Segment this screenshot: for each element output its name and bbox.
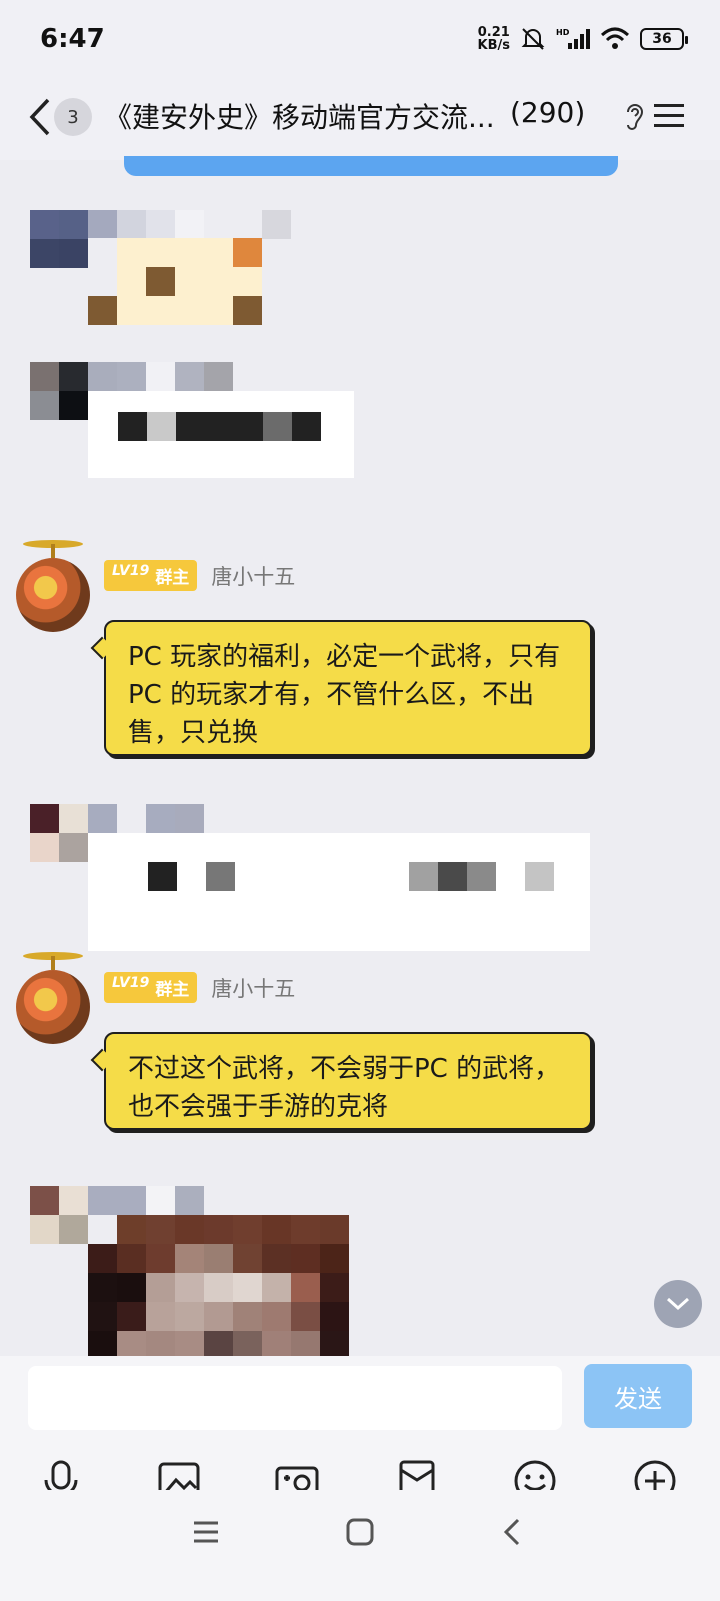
pixelated-message-bubble — [88, 833, 590, 951]
level-badge: LV19 群主 — [104, 972, 198, 1003]
user-avatar[interactable] — [16, 970, 90, 1044]
earpiece-mode-icon — [627, 104, 644, 130]
mute-bell-icon — [521, 28, 545, 50]
battery-indicator: 36 — [640, 28, 688, 50]
signal-icon: HD — [556, 28, 590, 49]
svg-text:HD: HD — [556, 28, 570, 37]
pixelated-text — [148, 862, 554, 891]
propeller-hat-icon — [23, 952, 83, 970]
wifi-icon — [600, 27, 630, 49]
pixelated-image — [88, 238, 262, 325]
status-time: 6:47 — [40, 24, 105, 54]
pixelated-image — [88, 1215, 349, 1356]
user-avatar[interactable] — [16, 558, 90, 632]
chevron-down-icon — [666, 1297, 690, 1311]
home-icon[interactable] — [340, 1512, 380, 1552]
chat-header: 3 《建安外史》移动端官方交流... (290) — [0, 80, 720, 160]
pixelated-text — [118, 412, 321, 441]
message-bubble[interactable]: PC 玩家的福利，必定一个武将，只有PC 的玩家才有，不管什么区，不出售，只兑换 — [104, 620, 592, 756]
network-speed: 0.21 KB/s — [477, 25, 510, 53]
sender-name[interactable]: 唐小十五 — [211, 561, 295, 591]
unread-badge: 3 — [54, 98, 92, 136]
message-input[interactable] — [28, 1366, 562, 1430]
system-nav-bar — [0, 1490, 720, 1601]
level-badge: LV19 群主 — [104, 560, 198, 591]
send-button[interactable]: 发送 — [584, 1364, 692, 1428]
back-icon[interactable] — [494, 1512, 534, 1552]
menu-icon[interactable] — [652, 98, 686, 132]
notice-banner[interactable] — [124, 156, 618, 176]
recent-apps-icon[interactable] — [186, 1512, 226, 1552]
sender-name[interactable]: 唐小十五 — [211, 973, 295, 1003]
group-title[interactable]: 《建安外史》移动端官方交流... — [104, 96, 495, 136]
status-bar: 6:47 0.21 KB/s HD 36 — [0, 0, 720, 80]
propeller-hat-icon — [23, 540, 83, 558]
message-bubble[interactable]: 不过这个武将，不会弱于PC 的武将，也不会强于手游的克将 — [104, 1032, 592, 1130]
scroll-to-bottom-button[interactable] — [654, 1280, 702, 1328]
chat-history[interactable]: LV19 群主 唐小十五 PC 玩家的福利，必定一个武将，只有PC 的玩家才有，不… — [0, 176, 720, 1356]
member-count: (290) — [510, 96, 586, 129]
